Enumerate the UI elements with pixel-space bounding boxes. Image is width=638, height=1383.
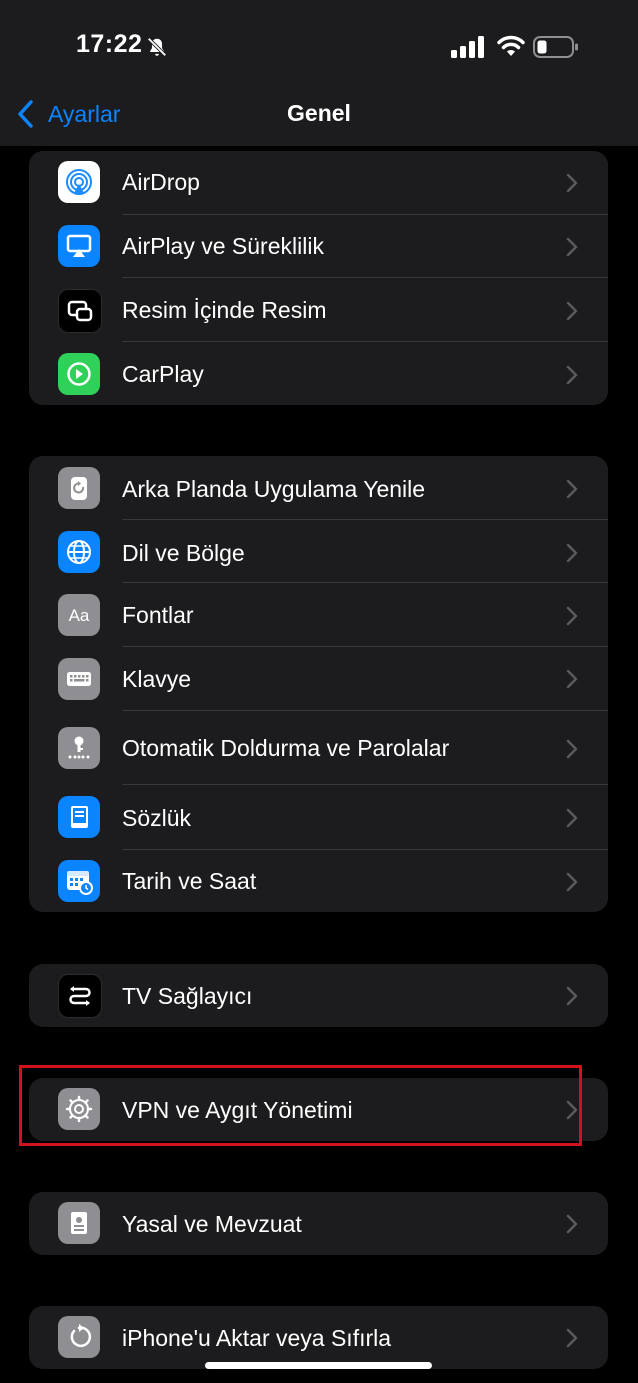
- chevron-right-icon: [566, 606, 578, 626]
- page-title: Genel: [287, 100, 351, 126]
- settings-row-label: Otomatik Doldurma ve Parolalar: [122, 735, 450, 761]
- settings-row-background-refresh[interactable]: Arka Planda Uygulama Yenile: [29, 456, 608, 520]
- settings-row-tv-provider[interactable]: TV Sağlayıcı: [29, 964, 608, 1027]
- calendar-clock-icon: [58, 860, 100, 902]
- settings-row-label: Sözlük: [122, 805, 192, 831]
- settings-row-label: AirDrop: [122, 169, 200, 195]
- navigation-bar: 17:22 Ayarlar Genel: [0, 0, 638, 146]
- wifi-icon: [497, 35, 525, 56]
- settings-row-language-region[interactable]: Dil ve Bölge: [29, 520, 608, 583]
- settings-row-label: TV Sağlayıcı: [122, 983, 253, 1009]
- globe-icon: [58, 531, 100, 573]
- dictionary-icon: [58, 796, 100, 838]
- chevron-right-icon: [566, 808, 578, 828]
- chevron-right-icon: [566, 1328, 578, 1348]
- airdrop-icon: [58, 161, 100, 203]
- settings-row-label: Resim İçinde Resim: [122, 297, 327, 323]
- settings-row-airplay[interactable]: AirPlay ve Süreklilik: [29, 215, 608, 278]
- settings-row-label: Dil ve Bölge: [122, 540, 245, 566]
- chevron-right-icon: [566, 365, 578, 385]
- chevron-right-icon: [566, 237, 578, 257]
- settings-row-label: iPhone'u Aktar veya Sıfırla: [122, 1325, 392, 1351]
- settings-row-label: Klavye: [122, 666, 192, 692]
- settings-row-airdrop[interactable]: AirDrop: [29, 151, 608, 215]
- svg-text:Aa: Aa: [69, 606, 90, 625]
- settings-row-transfer-reset[interactable]: iPhone'u Aktar veya Sıfırla: [29, 1306, 608, 1369]
- battery-icon: [533, 36, 578, 58]
- chevron-right-icon: [566, 986, 578, 1006]
- chevron-right-icon: [566, 1214, 578, 1234]
- chevron-right-icon: [566, 543, 578, 563]
- chevron-right-icon: [566, 669, 578, 689]
- airplay-icon: [58, 225, 100, 267]
- bell-slash-icon: [147, 37, 167, 57]
- carplay-icon: [58, 353, 100, 395]
- settings-row-carplay[interactable]: CarPlay: [29, 342, 608, 405]
- settings-row-label: CarPlay: [122, 361, 204, 387]
- settings-row-autofill-passwords[interactable]: Otomatik Doldurma ve Parolalar: [29, 711, 608, 785]
- settings-row-label: Fontlar: [122, 602, 194, 628]
- reset-icon: [58, 1316, 100, 1358]
- keyboard-icon: [58, 658, 100, 700]
- tv-provider-icon: [58, 974, 102, 1018]
- settings-row-label: AirPlay ve Süreklilik: [122, 233, 324, 259]
- settings-row-label: Arka Planda Uygulama Yenile: [122, 476, 426, 502]
- picture-in-picture-icon: [58, 289, 102, 333]
- home-indicator[interactable]: [205, 1362, 432, 1369]
- autofill-key-icon: [58, 727, 100, 769]
- settings-row-fonts[interactable]: Aa Fontlar: [29, 583, 608, 647]
- settings-row-legal-regulatory[interactable]: Yasal ve Mevzuat: [29, 1192, 608, 1255]
- legal-document-icon: [58, 1202, 100, 1244]
- chevron-right-icon: [566, 301, 578, 321]
- settings-group-tv-provider: TV Sağlayıcı: [29, 964, 608, 1027]
- cellular-signal-icon: [451, 36, 484, 58]
- settings-row-label: Tarih ve Saat: [122, 868, 257, 894]
- chevron-right-icon: [566, 739, 578, 759]
- chevron-right-icon: [566, 479, 578, 499]
- fonts-icon: Aa: [58, 594, 100, 636]
- settings-row-keyboard[interactable]: Klavye: [29, 647, 608, 711]
- status-time: 17:22: [76, 30, 143, 58]
- settings-row-date-time[interactable]: Tarih ve Saat: [29, 850, 608, 912]
- settings-row-dictionary[interactable]: Sözlük: [29, 785, 608, 850]
- settings-row-label: Yasal ve Mevzuat: [122, 1211, 302, 1237]
- settings-group-transfer-reset: iPhone'u Aktar veya Sıfırla: [29, 1306, 608, 1369]
- highlight-box: [19, 1065, 582, 1146]
- settings-group-legal: Yasal ve Mevzuat: [29, 1192, 608, 1255]
- chevron-right-icon: [566, 173, 578, 193]
- background-refresh-icon: [58, 467, 100, 509]
- settings-row-picture-in-picture[interactable]: Resim İçinde Resim: [29, 278, 608, 342]
- settings-group-system: Arka Planda Uygulama Yenile Dil ve Bölge…: [29, 456, 608, 912]
- settings-group-sharing: AirDrop AirPlay ve Süreklilik Resim İçin…: [29, 151, 608, 405]
- chevron-right-icon: [566, 872, 578, 892]
